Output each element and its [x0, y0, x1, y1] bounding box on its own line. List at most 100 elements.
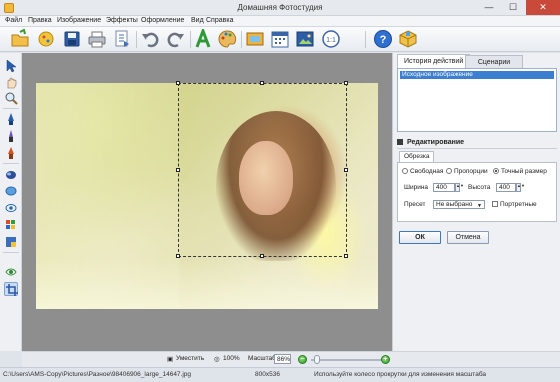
width-spinner[interactable]: ▲▼	[455, 183, 464, 192]
history-item[interactable]: Исходное изображение	[400, 71, 554, 79]
tab-scenarios[interactable]: Сценарии	[465, 55, 523, 69]
radio-proportions-dot	[446, 168, 452, 174]
width-field[interactable]: 400	[433, 183, 455, 192]
redo-icon[interactable]	[166, 29, 186, 49]
package-icon[interactable]	[398, 29, 418, 49]
zoom-out-button[interactable]: −	[298, 355, 307, 364]
svg-text:?: ?	[380, 34, 387, 46]
menu-view[interactable]: Вид	[191, 17, 204, 24]
effects-icon[interactable]	[36, 29, 56, 49]
actual-size-icon[interactable]: 1:1	[321, 29, 341, 49]
radio-free[interactable]: Свободная	[402, 168, 443, 175]
width-label: Ширина	[404, 184, 429, 191]
ok-button[interactable]: ОК	[399, 231, 441, 244]
brush-icon[interactable]	[4, 129, 18, 143]
calendar-icon[interactable]	[270, 29, 290, 49]
portrait-checkbox-box	[492, 201, 498, 207]
crop-handle-bottom-left[interactable]	[176, 254, 180, 258]
actual-size-button[interactable]: 100%	[223, 355, 240, 362]
portrait-checkbox[interactable]: Портретные	[492, 201, 537, 208]
height-label: Высота	[468, 184, 491, 191]
blur-icon[interactable]	[4, 201, 18, 215]
pointer-icon[interactable]	[4, 59, 18, 73]
crop-selection[interactable]	[176, 81, 348, 258]
fit-button[interactable]: Уместить	[176, 355, 204, 362]
crop-handle-right[interactable]	[344, 168, 348, 172]
crop-icon[interactable]	[4, 282, 18, 296]
minimize-button[interactable]: —	[478, 0, 500, 15]
close-button[interactable]: ✕	[526, 0, 560, 15]
palette-icon[interactable]	[217, 29, 237, 49]
radio-proportions[interactable]: Пропорции	[446, 168, 488, 175]
crop-handle-bottom-right[interactable]	[344, 254, 348, 258]
radio-exact-size-dot	[493, 168, 499, 174]
tools-panel	[0, 53, 22, 351]
crop-handle-bottom[interactable]	[260, 254, 264, 258]
magnifier-icon[interactable]	[4, 91, 18, 105]
tab-history[interactable]: История действий	[397, 54, 471, 69]
preset-select[interactable]: Не выбрано ▼	[433, 200, 485, 209]
tools-separator	[3, 252, 19, 253]
sharpen-icon[interactable]	[4, 218, 18, 232]
text-icon[interactable]	[193, 29, 213, 49]
history-list[interactable]: Исходное изображение	[397, 68, 557, 132]
zoom-slider-thumb[interactable]	[314, 355, 320, 364]
edit-section-title: Редактирование	[407, 139, 465, 146]
window-title: Домашняя Фотостудия	[237, 3, 323, 12]
zoom-slider-track[interactable]	[311, 359, 388, 361]
collapse-icon	[397, 139, 403, 146]
color-icon[interactable]	[4, 235, 18, 249]
maximize-button[interactable]: ☐	[502, 0, 524, 15]
stamp-icon[interactable]	[4, 167, 18, 181]
status-hint: Используйте колесо прокрутки для изменен…	[314, 371, 487, 378]
height-field[interactable]: 400	[496, 183, 516, 192]
pen-icon[interactable]	[4, 112, 18, 126]
hand-icon[interactable]	[4, 75, 18, 89]
crop-settings: Свободная Пропорции Точный размер Ширина…	[397, 162, 557, 222]
fit-icon[interactable]: ▣	[167, 355, 173, 363]
frame-icon[interactable]	[245, 29, 265, 49]
crop-dim-overlay-bottom	[36, 259, 378, 309]
toolbar-separator	[190, 31, 191, 48]
zoom-in-button[interactable]: +	[381, 355, 390, 364]
edit-section-header[interactable]: Редактирование	[397, 137, 557, 149]
undo-icon[interactable]	[140, 29, 160, 49]
chevron-down-icon: ▼	[477, 203, 482, 209]
preset-select-value: Не выбрано	[436, 201, 473, 208]
radio-proportions-label: Пропорции	[454, 168, 488, 175]
crop-handle-top-right[interactable]	[344, 81, 348, 85]
tab-crop[interactable]: Обрезка	[399, 151, 435, 162]
radio-exact-size[interactable]: Точный размер	[493, 168, 547, 175]
export-icon[interactable]	[112, 29, 132, 49]
menu-effects[interactable]: Эффекты	[106, 17, 138, 24]
menu-edit[interactable]: Правка	[28, 17, 52, 24]
open-icon[interactable]	[10, 29, 30, 49]
preset-label: Пресет	[404, 201, 426, 208]
menu-design[interactable]: Оформление	[141, 17, 184, 24]
eraser-icon[interactable]	[4, 184, 18, 198]
menu-help[interactable]: Справка	[206, 17, 233, 24]
actual-size-small-icon[interactable]: ◎	[214, 355, 220, 363]
cancel-button[interactable]: Отмена	[447, 231, 489, 244]
fill-icon[interactable]	[4, 146, 18, 160]
menu-file[interactable]: Файл	[5, 17, 22, 24]
crop-handle-top-left[interactable]	[176, 81, 180, 85]
save-icon[interactable]	[62, 29, 82, 49]
toolbar-separator	[241, 31, 242, 48]
print-icon[interactable]	[87, 29, 107, 49]
crop-handle-top[interactable]	[260, 81, 264, 85]
crop-handle-left[interactable]	[176, 168, 180, 172]
photo-image[interactable]	[36, 81, 378, 309]
status-file-path: C:\Users\AMS-Copy\Pictures\Разное\984069…	[3, 371, 192, 378]
menu-image[interactable]: Изображение	[57, 17, 101, 24]
status-dimensions: 800x536	[255, 371, 280, 378]
help-icon[interactable]: ?	[373, 29, 393, 49]
redeye-icon[interactable]	[4, 265, 18, 279]
collage-icon[interactable]	[295, 29, 315, 49]
scale-field[interactable]: 86%	[274, 354, 291, 364]
height-spinner[interactable]: ▲▼	[516, 183, 525, 192]
right-panel: История действий Сценарии Исходное изобр…	[392, 53, 560, 351]
zoom-bar: ▣ Уместить ◎ 100% Масштаб: 86% − +	[22, 351, 560, 367]
radio-exact-size-label: Точный размер	[501, 168, 547, 175]
canvas-area[interactable]	[22, 53, 392, 351]
